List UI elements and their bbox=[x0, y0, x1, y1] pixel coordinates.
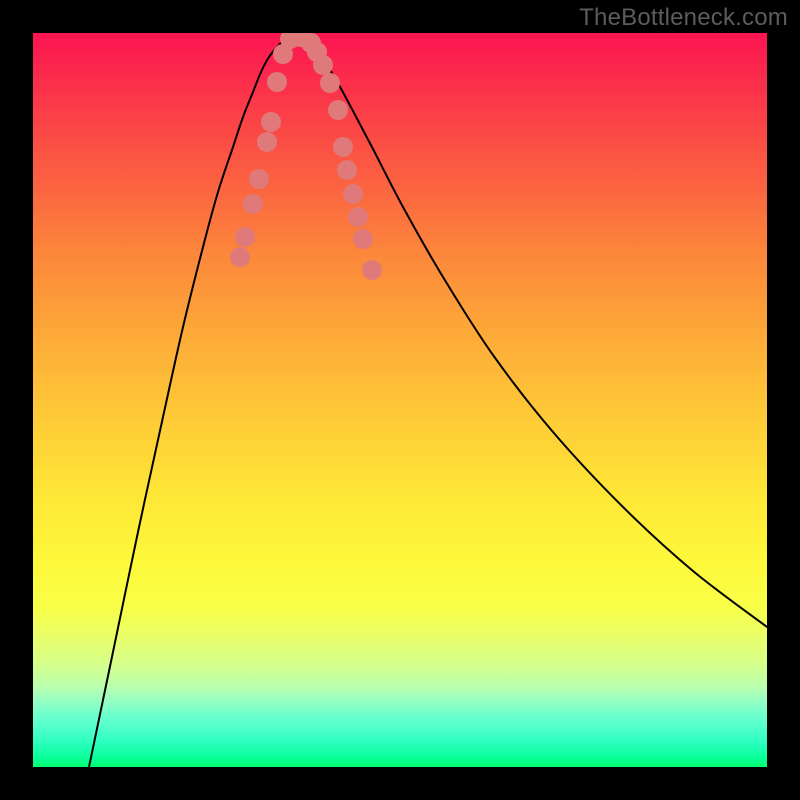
marker-point bbox=[249, 169, 269, 189]
marker-point bbox=[328, 100, 348, 120]
marker-point bbox=[230, 247, 250, 267]
chart-svg bbox=[33, 33, 767, 767]
marker-point bbox=[313, 55, 333, 75]
marker-point bbox=[261, 112, 281, 132]
plot-area bbox=[33, 33, 767, 767]
marker-point bbox=[353, 229, 373, 249]
chart-frame: TheBottleneck.com bbox=[0, 0, 800, 800]
curve-markers bbox=[230, 33, 382, 280]
marker-point bbox=[320, 73, 340, 93]
marker-point bbox=[333, 137, 353, 157]
marker-point bbox=[343, 184, 363, 204]
marker-point bbox=[362, 260, 382, 280]
marker-point bbox=[257, 132, 277, 152]
marker-point bbox=[348, 207, 368, 227]
marker-point bbox=[243, 194, 263, 214]
marker-point bbox=[267, 72, 287, 92]
marker-point bbox=[235, 227, 255, 247]
series-right-branch bbox=[295, 35, 767, 627]
watermark-text: TheBottleneck.com bbox=[579, 4, 788, 32]
curve-lines bbox=[89, 35, 767, 767]
marker-point bbox=[337, 160, 357, 180]
